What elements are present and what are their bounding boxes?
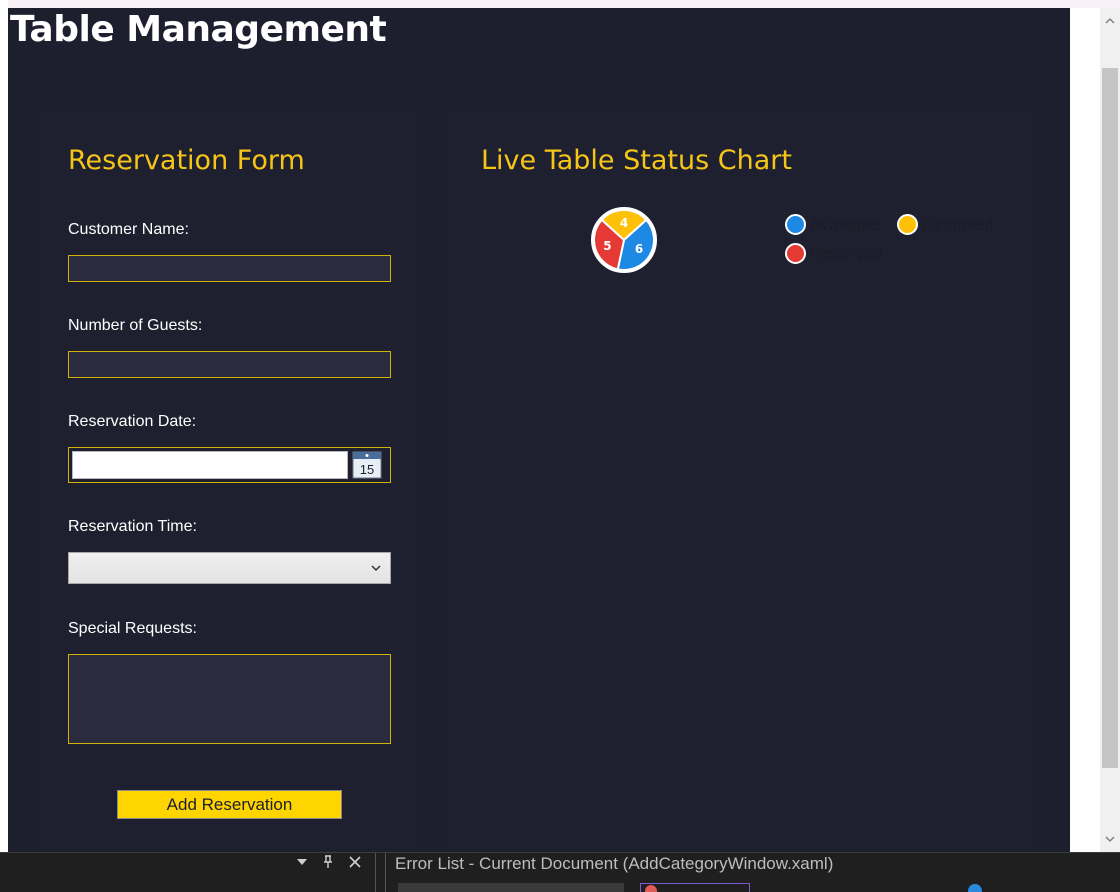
- date-input[interactable]: [72, 451, 348, 479]
- window-top-strip: [0, 0, 1120, 8]
- separator: [385, 853, 386, 892]
- error-list-filter[interactable]: [398, 883, 624, 892]
- page-title: Table Management: [10, 9, 387, 50]
- legend-label-occupied: Occupied: [922, 214, 994, 234]
- scrollbar-thumb[interactable]: [1102, 68, 1118, 768]
- info-icon: [968, 883, 982, 892]
- add-reservation-button[interactable]: Add Reservation: [117, 790, 342, 819]
- legend-item-occupied: Occupied: [897, 214, 994, 235]
- legend-item-available: Available: [785, 214, 879, 235]
- customer-name-label: Customer Name:: [68, 221, 189, 238]
- legend-item-reserved: Reserved: [785, 243, 883, 264]
- chevron-down-icon: [371, 565, 381, 572]
- guests-input[interactable]: [68, 351, 391, 378]
- chart-title: Live Table Status Chart: [481, 145, 792, 176]
- pie-label-occupied: 4: [620, 216, 628, 230]
- separator: [375, 853, 376, 892]
- pin-icon[interactable]: [322, 855, 334, 869]
- status-pie-chart: 46 5: [591, 207, 657, 273]
- date-picker: 15: [68, 447, 391, 483]
- close-icon[interactable]: [348, 855, 362, 869]
- date-label: Reservation Date:: [68, 413, 197, 430]
- scroll-up-icon[interactable]: [1103, 14, 1117, 28]
- requests-label: Special Requests:: [68, 620, 197, 637]
- legend-label-reserved: Reserved: [810, 243, 883, 263]
- calendar-icon-day: 15: [360, 462, 374, 477]
- legend-swatch-available: [785, 214, 806, 235]
- calendar-button[interactable]: 15: [352, 451, 382, 479]
- tool-window-controls: [296, 855, 362, 869]
- vertical-scrollbar[interactable]: [1100, 8, 1120, 852]
- pie-label-reserved: 5: [603, 239, 611, 253]
- pie-label-available: 6: [635, 242, 643, 256]
- legend-swatch-occupied: [897, 214, 918, 235]
- legend-label-available: Available: [810, 214, 879, 234]
- customer-name-input[interactable]: [68, 255, 391, 282]
- time-label: Reservation Time:: [68, 518, 197, 535]
- error-icon: [645, 885, 657, 892]
- scroll-down-icon[interactable]: [1103, 832, 1117, 846]
- special-requests-input[interactable]: [68, 654, 391, 744]
- form-title: Reservation Form: [68, 145, 305, 176]
- error-list-title: Error List - Current Document (AddCatego…: [395, 854, 834, 873]
- app-window: Table Management Reservation Form Custom…: [8, 8, 1070, 852]
- legend-swatch-reserved: [785, 243, 806, 264]
- time-select[interactable]: [68, 552, 391, 584]
- calendar-icon: 15: [352, 451, 382, 479]
- error-filter-button[interactable]: [640, 883, 750, 892]
- guests-label: Number of Guests:: [68, 317, 203, 334]
- window-margin: [1070, 8, 1100, 852]
- bottom-tool-window: Error List - Current Document (AddCatego…: [0, 852, 1120, 892]
- dropdown-icon[interactable]: [296, 856, 308, 868]
- left-gutter: [0, 0, 8, 852]
